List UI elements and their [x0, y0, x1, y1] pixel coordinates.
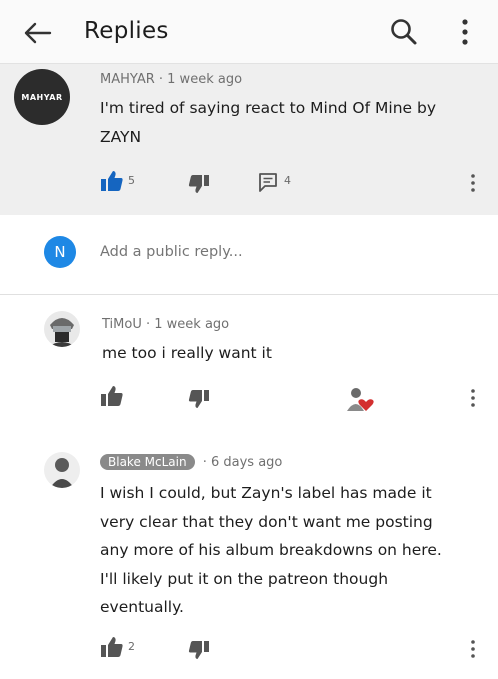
comment-time: 6 days ago [210, 455, 283, 470]
comment-meta: TiMoU · 1 week ago [102, 317, 229, 332]
like-icon[interactable] [100, 170, 124, 192]
creator-badge[interactable]: Blake McLain [100, 454, 195, 470]
search-icon[interactable] [388, 15, 420, 49]
public-reply-input[interactable] [100, 244, 400, 260]
user-avatar: N [44, 236, 76, 268]
app-bar: Replies [0, 0, 498, 64]
comment-text-line: eventually. [100, 598, 184, 616]
comment-text-line: I'm tired of saying react to Mind Of Min… [100, 99, 436, 117]
comment-meta: MAHYAR · 1 week ago [100, 72, 242, 87]
comment-time: 1 week ago [154, 317, 230, 332]
back-arrow-icon[interactable] [22, 18, 54, 48]
comment-more-icon[interactable] [469, 388, 477, 408]
parent-comment: MAHYAR MAHYAR · 1 week ago I'm tired of … [0, 64, 498, 215]
creator-heart-icon [347, 388, 374, 411]
comment-meta: Blake McLain · 6 days ago [100, 454, 282, 470]
dislike-icon[interactable] [188, 174, 210, 194]
comment-text: me too i really want it [102, 339, 272, 368]
like-count: 2 [128, 640, 135, 653]
comment-more-icon[interactable] [469, 639, 477, 659]
avatar[interactable] [44, 452, 80, 488]
comment-text-line: very clear that they don't want me posti… [100, 512, 433, 531]
page-title: Replies [84, 18, 169, 44]
reply-count: 4 [284, 174, 291, 187]
comment-text: I wish I could, but Zayn's label has mad… [100, 479, 442, 622]
comment-text-line: ZAYN [100, 127, 142, 146]
comment-text-line: any more of his album breakdowns on here… [100, 541, 442, 559]
comment-author[interactable]: TiMoU [102, 317, 142, 332]
like-icon[interactable] [100, 636, 124, 658]
comment-text-line: me too i really want it [102, 344, 272, 362]
avatar[interactable] [44, 311, 80, 347]
meta-separator: · [145, 317, 155, 332]
comment-more-icon[interactable] [469, 173, 477, 193]
comment-text-line: I'll likely put it on the patreon though [100, 569, 389, 588]
meta-separator: · [202, 455, 211, 470]
dislike-icon[interactable] [188, 640, 210, 660]
reply-comment-icon[interactable] [258, 172, 278, 192]
like-icon[interactable] [100, 385, 124, 407]
reply-input-area: N [0, 215, 498, 295]
comment-author[interactable]: MAHYAR [100, 72, 155, 87]
like-count: 5 [128, 174, 135, 187]
avatar[interactable]: MAHYAR [14, 69, 70, 125]
comment-text: I'm tired of saying react to Mind Of Min… [100, 94, 436, 151]
comment-time: 1 week ago [167, 72, 243, 87]
more-options-icon[interactable] [455, 16, 475, 48]
comment-text-line: I wish I could, but Zayn's label has mad… [100, 484, 432, 502]
dislike-icon[interactable] [188, 389, 210, 409]
meta-separator: · [158, 72, 168, 87]
